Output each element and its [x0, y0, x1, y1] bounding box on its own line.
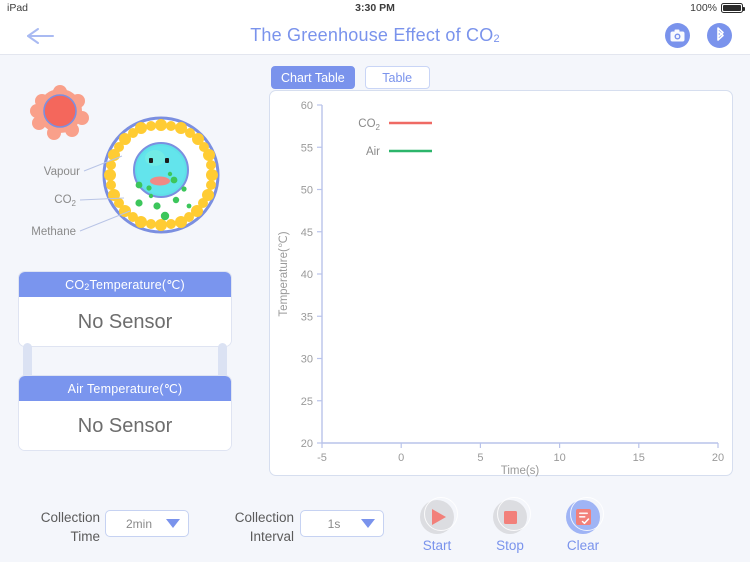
sensor-co2-title-rest: Temperature(℃) [89, 278, 185, 292]
collection-time-dropdown[interactable]: 2min [105, 510, 189, 537]
page-title: The Greenhouse Effect of CO 2 [0, 16, 750, 55]
x-tick-n5: -5 [317, 452, 327, 464]
x-tick-20: 20 [712, 452, 724, 464]
y-tick-60: 60 [301, 100, 313, 112]
collection-time-label: Collection Time [28, 508, 100, 546]
illus-label-co2: CO2 [54, 194, 76, 208]
sensor-panel-air-value: No Sensor [19, 401, 231, 450]
y-tick-30: 30 [301, 354, 313, 366]
illus-label-methane: Methane [31, 226, 76, 238]
stop-button-label: Stop [496, 538, 524, 553]
sun-icon [30, 85, 89, 140]
y-tick-50: 50 [301, 185, 313, 197]
collection-time-label-line1: Collection [40, 510, 100, 525]
chart-legend: CO2 Air [358, 118, 432, 158]
x-tick-15: 15 [633, 452, 645, 464]
sensor-panel-air-title: Air Temperature(℃) [19, 376, 231, 401]
x-tick-5: 5 [477, 452, 483, 464]
clear-document-icon [566, 497, 604, 534]
play-icon [420, 497, 458, 534]
clear-button[interactable]: Clear [548, 497, 618, 553]
start-button[interactable]: Start [402, 497, 472, 553]
y-axis-label: Temperature(℃) [278, 231, 290, 316]
collection-interval-label-line1: Collection [234, 510, 294, 525]
y-tick-25: 25 [301, 396, 313, 408]
page-title-text: The Greenhouse Effect of CO [250, 25, 494, 45]
y-tick-55: 55 [301, 142, 313, 154]
status-clock: 3:30 PM [355, 2, 395, 14]
chart-card: 20 25 30 35 40 45 50 55 60 -5 0 5 10 15 … [269, 90, 733, 477]
chevron-down-icon [166, 519, 180, 528]
sensor-co2-title-sub: 2 [84, 281, 90, 292]
ios-status-bar: iPad 3:30 PM 100% [0, 0, 750, 16]
stop-button[interactable]: Stop [475, 497, 545, 553]
y-tick-35: 35 [301, 311, 313, 323]
collection-interval-label-line2: Interval [249, 529, 294, 544]
y-tick-45: 45 [301, 227, 313, 239]
sensor-panel-co2-value: No Sensor [19, 297, 231, 346]
greenhouse-illustration: Vapour CO2 Methane [18, 78, 258, 258]
sensor-panel-co2-title: CO 2 Temperature(℃) [19, 272, 231, 297]
bluetooth-icon[interactable] [707, 23, 732, 48]
camera-icon[interactable] [665, 23, 690, 48]
x-tick-10: 10 [553, 452, 565, 464]
navbar-actions [665, 23, 732, 48]
sensor-panel-co2: CO 2 Temperature(℃) No Sensor [18, 271, 232, 347]
clear-button-label: Clear [566, 538, 600, 553]
collection-interval-value: 1s [327, 516, 341, 531]
page-title-subscript: 2 [493, 32, 500, 45]
sensor-panel-air: Air Temperature(℃) No Sensor [18, 375, 232, 451]
y-tick-40: 40 [301, 269, 313, 281]
navigation-bar: The Greenhouse Effect of CO 2 [0, 16, 750, 55]
y-tick-20: 20 [301, 438, 313, 450]
app-root: iPad 3:30 PM 100% The Greenhouse Effect … [0, 0, 750, 562]
collection-interval-label: Collection Interval [222, 508, 294, 546]
collection-interval-dropdown[interactable]: 1s [300, 510, 384, 537]
legend-label-air: Air [366, 146, 380, 158]
stop-icon [493, 497, 531, 534]
battery-percent-label: 100% [690, 2, 717, 14]
x-axis-label: Time(s) [501, 465, 540, 477]
legend-label-co2: CO2 [358, 118, 380, 132]
battery-icon [721, 3, 745, 13]
start-button-label: Start [422, 538, 452, 553]
status-battery-area: 100% [690, 2, 745, 14]
tab-table[interactable]: Table [364, 66, 430, 89]
temperature-time-chart: 20 25 30 35 40 45 50 55 60 -5 0 5 10 15 … [278, 100, 724, 477]
chevron-down-icon [361, 519, 375, 528]
tab-chart-table[interactable]: Chart Table [271, 66, 355, 89]
sensor-co2-title-main: CO [65, 277, 85, 292]
view-tabs: Chart Table Table [271, 66, 430, 89]
collection-time-value: 2min [125, 516, 152, 531]
collection-time-label-line2: Time [70, 529, 101, 544]
x-tick-0: 0 [398, 452, 404, 464]
illus-label-vapour: Vapour [44, 166, 80, 178]
